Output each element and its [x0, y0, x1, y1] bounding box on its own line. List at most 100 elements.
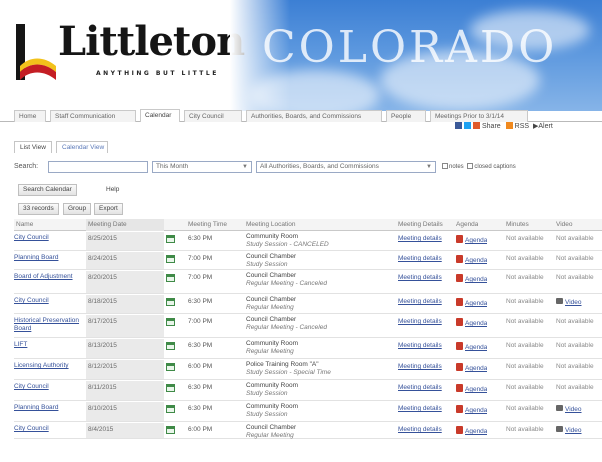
column-header-time[interactable]: Meeting Time	[188, 219, 227, 231]
agenda-link[interactable]: Agenda	[465, 428, 487, 435]
facebook-icon[interactable]	[455, 122, 462, 129]
meeting-details-link[interactable]: Meeting details	[398, 363, 442, 371]
column-header-date[interactable]: Meeting Date	[86, 219, 164, 231]
search-calendar-button[interactable]: Search Calendar	[18, 184, 77, 196]
tab-home[interactable]: Home	[14, 110, 46, 122]
agenda-link[interactable]: Agenda	[465, 237, 487, 244]
meeting-name-link[interactable]: Historical Preservation Board	[14, 317, 80, 333]
column-header-details[interactable]: Meeting Details	[398, 219, 443, 231]
meeting-name-link[interactable]: City Council	[14, 234, 80, 242]
tab-authorities-boards[interactable]: Authorities, Boards, and Commissions	[246, 110, 382, 122]
logo[interactable]: Littleton ANYTHING BUT LITTLE	[0, 0, 290, 111]
tab-calendar-view[interactable]: Calendar View	[56, 141, 108, 153]
body-select[interactable]: All Authorities, Boards, and Commissions…	[256, 161, 436, 173]
tab-meetings-prior[interactable]: Meetings Prior to 3/1/14	[430, 110, 528, 122]
pdf-icon	[456, 405, 463, 413]
agenda-link[interactable]: Agenda	[465, 365, 487, 372]
meeting-name-link[interactable]: City Council	[14, 425, 80, 433]
export-button[interactable]: Export	[94, 203, 123, 215]
column-header-name[interactable]: Name	[16, 219, 33, 231]
meeting-date-cell: 8/4/2015	[86, 423, 164, 438]
meeting-type: Study Session - Special Time	[246, 369, 331, 376]
captions-checkbox[interactable]	[467, 163, 474, 169]
meeting-details-link[interactable]: Meeting details	[398, 298, 442, 306]
meeting-name-link[interactable]: City Council	[14, 383, 80, 391]
agenda-cell: Agenda	[456, 363, 487, 373]
tab-people[interactable]: People	[386, 110, 426, 122]
video-cell: Not available	[556, 255, 602, 263]
calendar-icon[interactable]	[166, 298, 175, 306]
tab-city-council[interactable]: City Council	[184, 110, 242, 122]
agenda-link[interactable]: Agenda	[465, 257, 487, 264]
twitter-icon[interactable]	[464, 122, 471, 129]
meeting-details-link[interactable]: Meeting details	[398, 318, 442, 326]
agenda-cell: Agenda	[456, 342, 487, 352]
minutes-status: Not available	[506, 298, 544, 305]
meeting-name-link[interactable]: Planning Board	[14, 254, 80, 262]
meeting-name-link[interactable]: City Council	[14, 297, 80, 305]
video-link[interactable]: Video	[565, 427, 582, 434]
video-link[interactable]: Video	[565, 406, 582, 413]
meeting-name-link[interactable]: Board of Adjustment	[14, 273, 80, 281]
meeting-name-link[interactable]: LIFT	[14, 341, 80, 349]
meeting-date: 8/18/2015	[88, 298, 117, 305]
tab-staff-communication[interactable]: Staff Communication	[50, 110, 136, 122]
help-button[interactable]: Help	[101, 184, 124, 196]
video-cell: Video	[556, 298, 602, 307]
meeting-date-cell: 8/17/2015	[86, 315, 164, 337]
column-header-loc[interactable]: Meeting Location	[246, 219, 296, 231]
agenda-link[interactable]: Agenda	[465, 300, 487, 307]
tab-list-view[interactable]: List View	[14, 141, 52, 153]
pdf-icon	[456, 384, 463, 392]
calendar-icon[interactable]	[166, 274, 175, 282]
rss-icon	[505, 122, 513, 129]
tab-calendar[interactable]: Calendar	[140, 109, 180, 122]
minutes-status: Not available	[506, 235, 544, 242]
group-button[interactable]: Group	[63, 203, 92, 215]
meeting-location: Council Chamber Regular Meeting	[246, 296, 296, 312]
calendar-icon[interactable]	[166, 405, 175, 413]
search-input[interactable]	[48, 161, 148, 173]
video-cell: Not available	[556, 235, 602, 243]
video-link[interactable]: Video	[565, 299, 582, 306]
table-row: LIFT 8/13/2015 6:30 PM Community Room Regula…	[14, 339, 602, 359]
meeting-details-link[interactable]: Meeting details	[398, 342, 442, 350]
column-header-video[interactable]: Video	[556, 219, 573, 231]
meeting-name-link[interactable]: Licensing Authority	[14, 362, 80, 370]
meeting-details-link[interactable]: Meeting details	[398, 235, 442, 243]
notes-checkbox[interactable]	[442, 163, 448, 169]
calendar-icon[interactable]	[166, 318, 175, 326]
agenda-cell: Agenda	[456, 426, 487, 436]
calendar-icon[interactable]	[166, 235, 175, 243]
meeting-details-link[interactable]: Meeting details	[398, 405, 442, 413]
column-header-agenda[interactable]: Agenda	[456, 219, 478, 231]
minutes-status: Not available	[506, 405, 544, 412]
agenda-link[interactable]: Agenda	[465, 320, 487, 327]
meeting-date: 8/20/2015	[88, 274, 117, 281]
meeting-date: 8/10/2015	[88, 405, 117, 412]
search-row: Search: This Month ▼ All Authorities, Bo…	[0, 160, 602, 174]
meeting-details-link[interactable]: Meeting details	[398, 274, 442, 282]
agenda-link[interactable]: Agenda	[465, 386, 487, 393]
alerts-link[interactable]: Alert	[538, 123, 552, 130]
meeting-details-link[interactable]: Meeting details	[398, 255, 442, 263]
meeting-time: 6:30 PM	[188, 298, 213, 305]
calendar-icon[interactable]	[166, 342, 175, 350]
agenda-link[interactable]: Agenda	[465, 407, 487, 414]
column-header-minutes[interactable]: Minutes	[506, 219, 529, 231]
meeting-details-link[interactable]: Meeting details	[398, 426, 442, 434]
calendar-icon[interactable]	[166, 255, 175, 263]
meeting-name-link[interactable]: Planning Board	[14, 404, 80, 412]
calendar-icon[interactable]	[166, 363, 175, 371]
share-link[interactable]: Share	[482, 123, 501, 130]
meeting-details-link[interactable]: Meeting details	[398, 384, 442, 392]
period-select[interactable]: This Month ▼	[152, 161, 252, 173]
agenda-link[interactable]: Agenda	[465, 344, 487, 351]
rss-link[interactable]: RSS	[515, 123, 529, 130]
records-count: 33 records	[18, 203, 59, 215]
calendar-icon[interactable]	[166, 384, 175, 392]
video-cell: Not available	[556, 342, 602, 350]
meeting-date-cell: 8/11/2015	[86, 381, 164, 400]
calendar-icon[interactable]	[166, 426, 175, 434]
agenda-link[interactable]: Agenda	[465, 276, 487, 283]
